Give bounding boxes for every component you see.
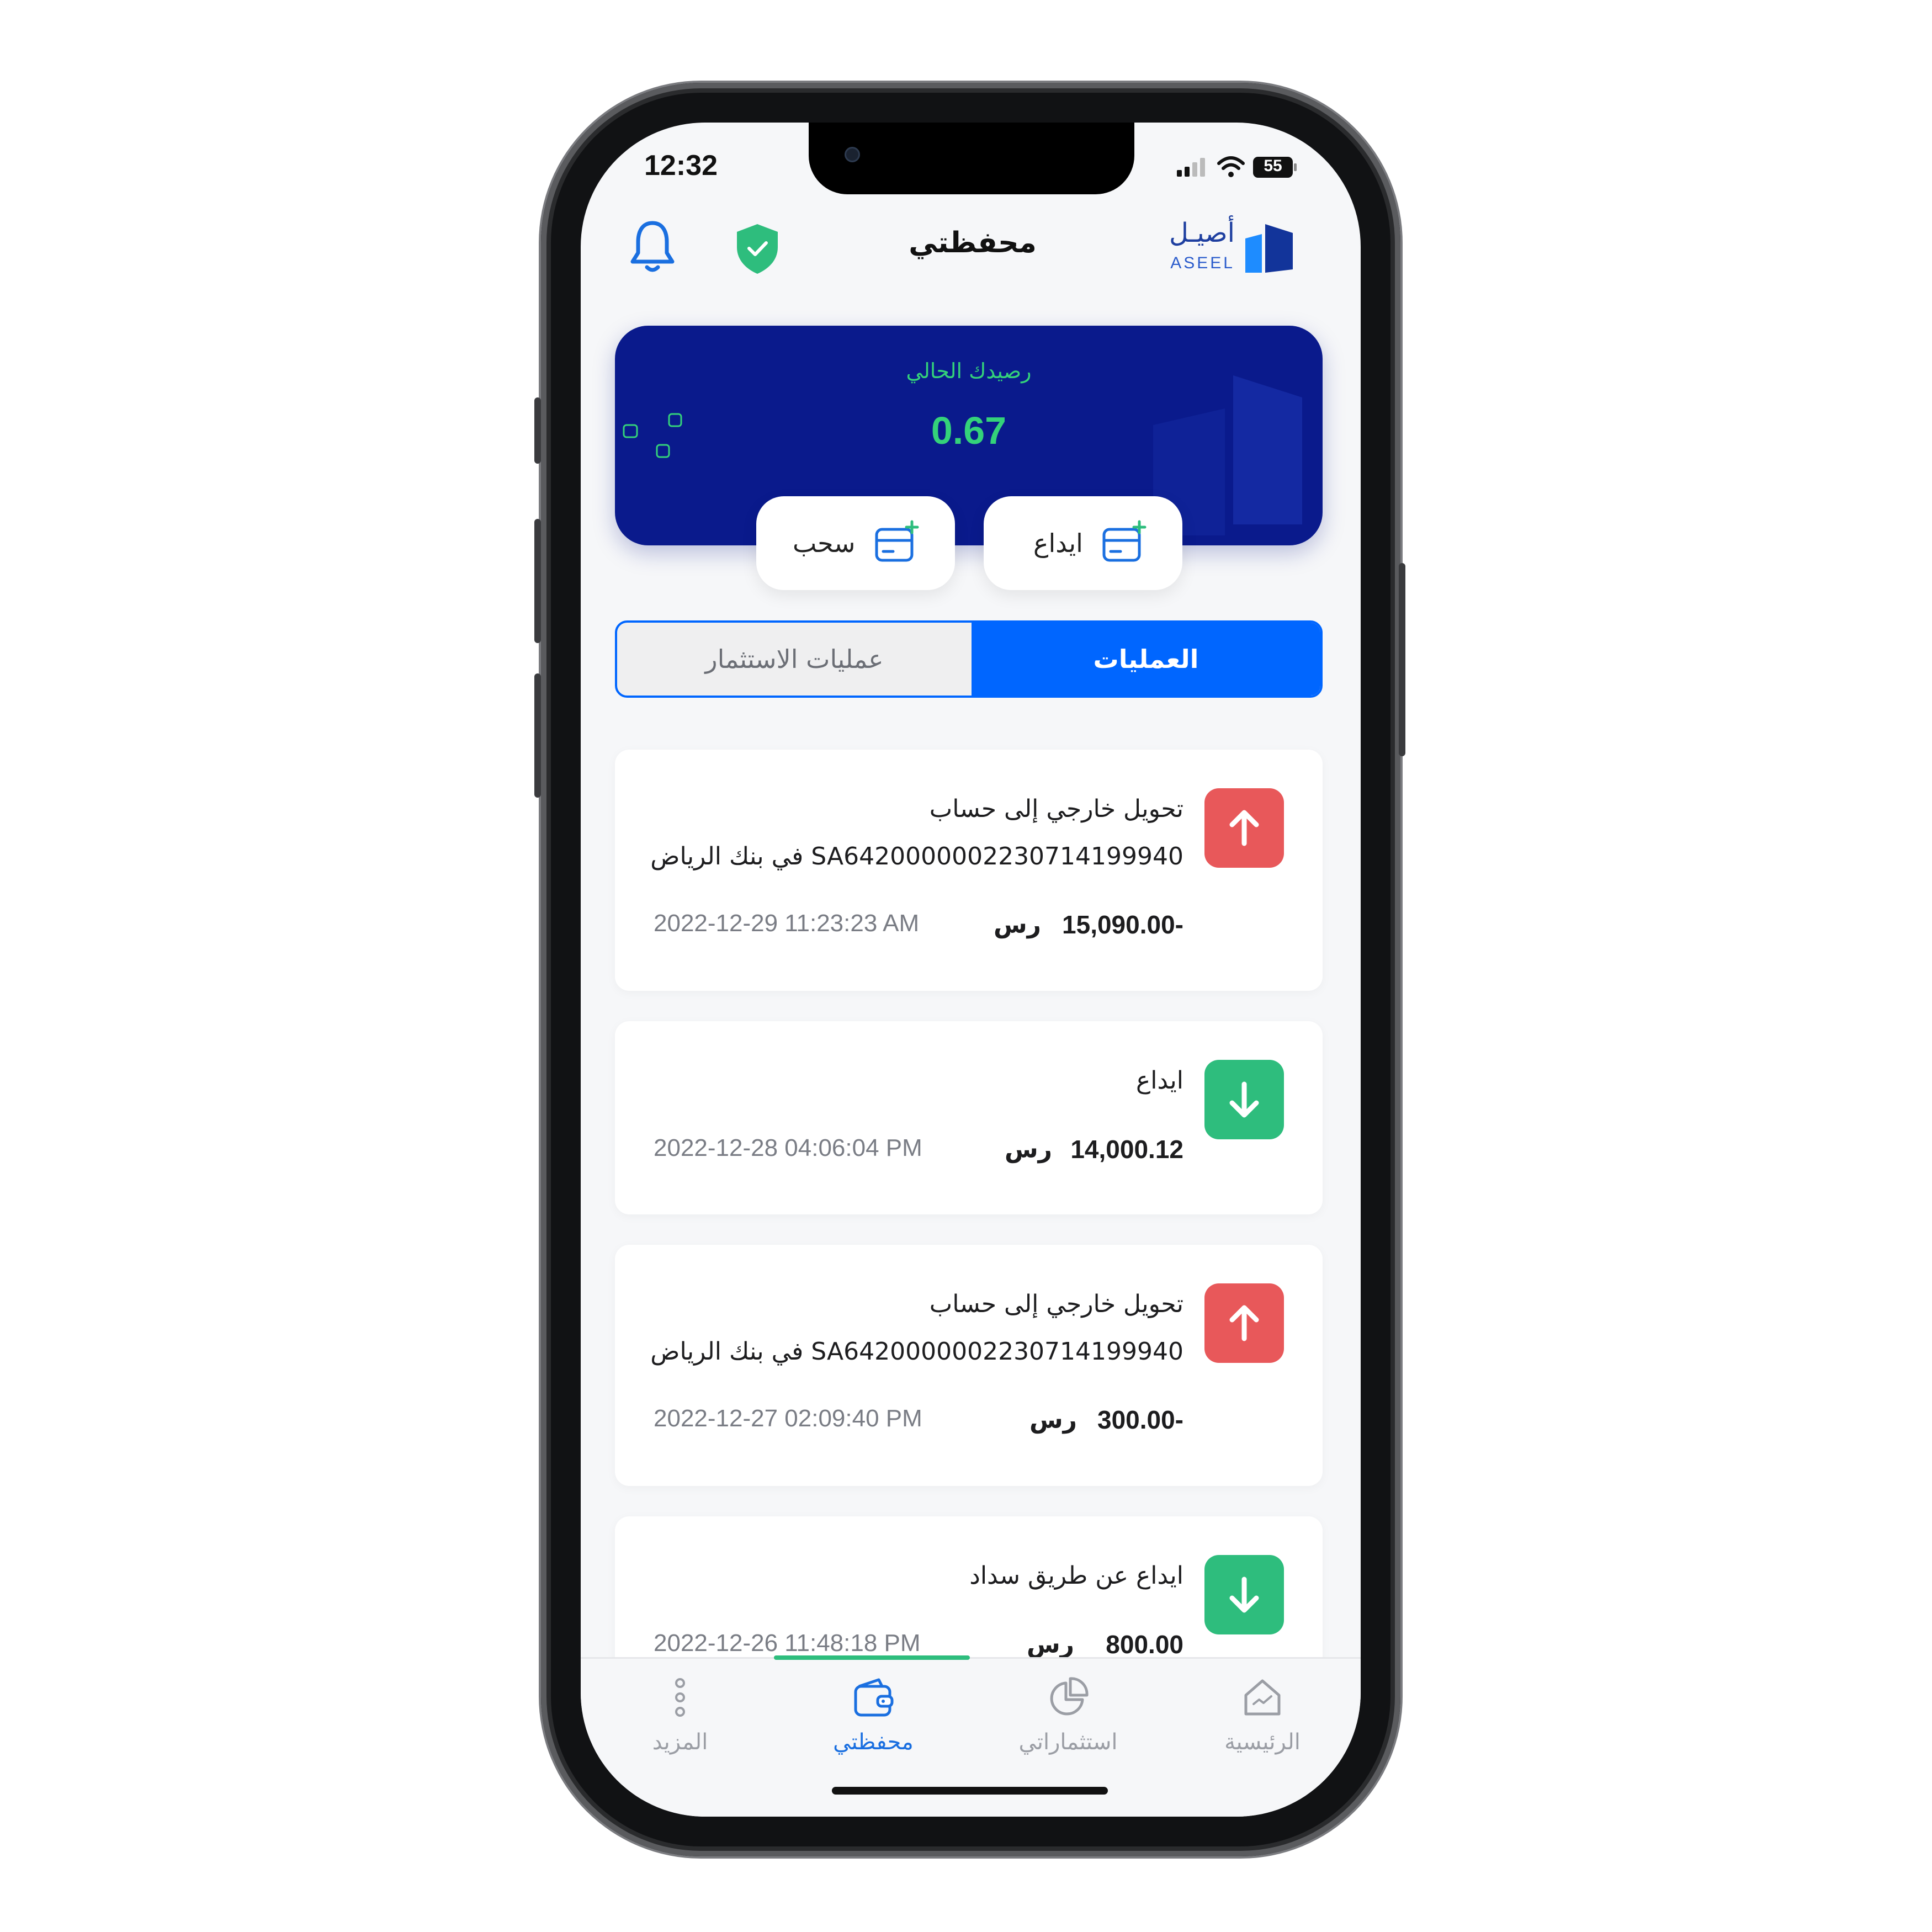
balance-value: 0.67 <box>931 409 1007 452</box>
transaction-title: تحويل خارجي إلى حساب <box>929 795 1183 823</box>
transaction-currency: رس <box>1026 1631 1074 1659</box>
transaction-amount: 14,000.12 <box>1070 1135 1183 1164</box>
transaction-amount: 300.00- <box>1097 1405 1183 1434</box>
incoming-deposit-icon <box>1204 1060 1284 1139</box>
bell-icon[interactable] <box>625 216 680 277</box>
nav-label-investments: استثماراتي <box>1018 1729 1118 1755</box>
nav-label-more: المزيد <box>652 1729 708 1755</box>
outgoing-transfer-icon <box>1204 788 1284 868</box>
power-button <box>1399 563 1405 756</box>
nav-item-investments[interactable]: استثماراتي <box>985 1659 1151 1802</box>
page-title: محفظتي <box>909 226 1037 259</box>
transaction-title: تحويل خارجي إلى حساب <box>929 1290 1183 1318</box>
wallet-icon <box>854 1678 894 1717</box>
transaction-amount: 15,090.00- <box>1062 910 1183 939</box>
transaction-currency: رس <box>993 911 1041 939</box>
transaction-amount: 800.00 <box>1106 1630 1183 1659</box>
transaction-date: 2022-12-26 11:48:18 PM <box>654 1630 921 1657</box>
transaction-date: 2022-12-28 04:06:04 PM <box>654 1134 922 1161</box>
nav-label-home: الرئيسية <box>1224 1729 1301 1755</box>
balance-card: رصيدك الحالي 0.67 <box>615 326 1323 545</box>
signal-icon <box>1177 158 1205 177</box>
nav-item-more[interactable]: المزيد <box>597 1659 763 1802</box>
home-indicator-bar <box>832 1787 1108 1795</box>
silent-switch <box>534 397 541 464</box>
tab-operations[interactable]: العمليات <box>972 623 1320 696</box>
transaction-detail: SA6420000002230714199940 في بنك الرياض <box>650 842 1183 871</box>
transaction-detail: SA6420000002230714199940 في بنك الرياض <box>650 1337 1183 1366</box>
bottom-navigation: المزيد محفظتي استثماراتي الرئيسية <box>581 1655 1361 1817</box>
withdraw-button[interactable]: سحب <box>756 496 955 590</box>
transaction-title: ايداع عن طريق سداد <box>969 1562 1183 1590</box>
transaction-card[interactable]: ايداع 14,000.12 رس 2022-12-28 04:06:04 P… <box>615 1021 1323 1214</box>
deposit-card-icon <box>1102 520 1147 562</box>
arrow-up-icon <box>1229 1305 1259 1341</box>
arrow-up-icon <box>1229 810 1259 846</box>
nav-item-wallet[interactable]: محفظتي <box>790 1659 956 1802</box>
balance-label: رصيدك الحالي <box>906 359 1032 383</box>
deposit-label: ايداع <box>1033 528 1083 558</box>
arrow-down-icon <box>1229 1081 1259 1118</box>
deposit-button[interactable]: ايداع <box>984 496 1182 590</box>
transaction-card[interactable]: تحويل خارجي إلى حساب SA64200000022307141… <box>615 1245 1323 1486</box>
battery-level: 55 <box>1264 157 1282 175</box>
arrow-down-icon <box>1229 1577 1259 1613</box>
more-dots-icon <box>675 1678 685 1717</box>
nav-label-wallet: محفظتي <box>833 1729 914 1755</box>
app-screen: 12:32 55 محفظتي أصيـل ASEEL رصيدك الحالي… <box>581 123 1361 1817</box>
wifi-icon <box>1217 156 1245 177</box>
transaction-card[interactable]: تحويل خارجي إلى حساب SA64200000022307141… <box>615 750 1323 991</box>
tab-investment-operations[interactable]: عمليات الاستثمار <box>617 623 972 696</box>
logo-text-arabic: أصيـل <box>1169 217 1235 248</box>
aseel-logo-icon <box>1245 224 1293 273</box>
transaction-currency: رس <box>1004 1135 1052 1164</box>
status-time: 12:32 <box>644 150 718 182</box>
outgoing-transfer-icon <box>1204 1283 1284 1363</box>
home-icon <box>1244 1679 1281 1716</box>
withdraw-card-icon <box>875 520 919 562</box>
shield-check-icon[interactable] <box>733 221 782 276</box>
transaction-title: ايداع <box>1135 1066 1183 1095</box>
nav-item-home[interactable]: الرئيسية <box>1180 1659 1345 1802</box>
volume-down-button <box>534 673 541 798</box>
volume-up-button <box>534 519 541 643</box>
incoming-deposit-icon <box>1204 1555 1284 1634</box>
tab-switcher: عمليات الاستثمار العمليات <box>615 620 1323 698</box>
transaction-currency: رس <box>1029 1406 1077 1434</box>
logo-text-english: ASEEL <box>1170 254 1235 272</box>
transaction-date: 2022-12-29 11:23:23 AM <box>654 910 920 937</box>
front-camera <box>845 147 860 162</box>
pie-chart-icon <box>1050 1677 1089 1716</box>
transaction-date: 2022-12-27 02:09:40 PM <box>654 1405 922 1432</box>
withdraw-label: سحب <box>793 528 856 558</box>
